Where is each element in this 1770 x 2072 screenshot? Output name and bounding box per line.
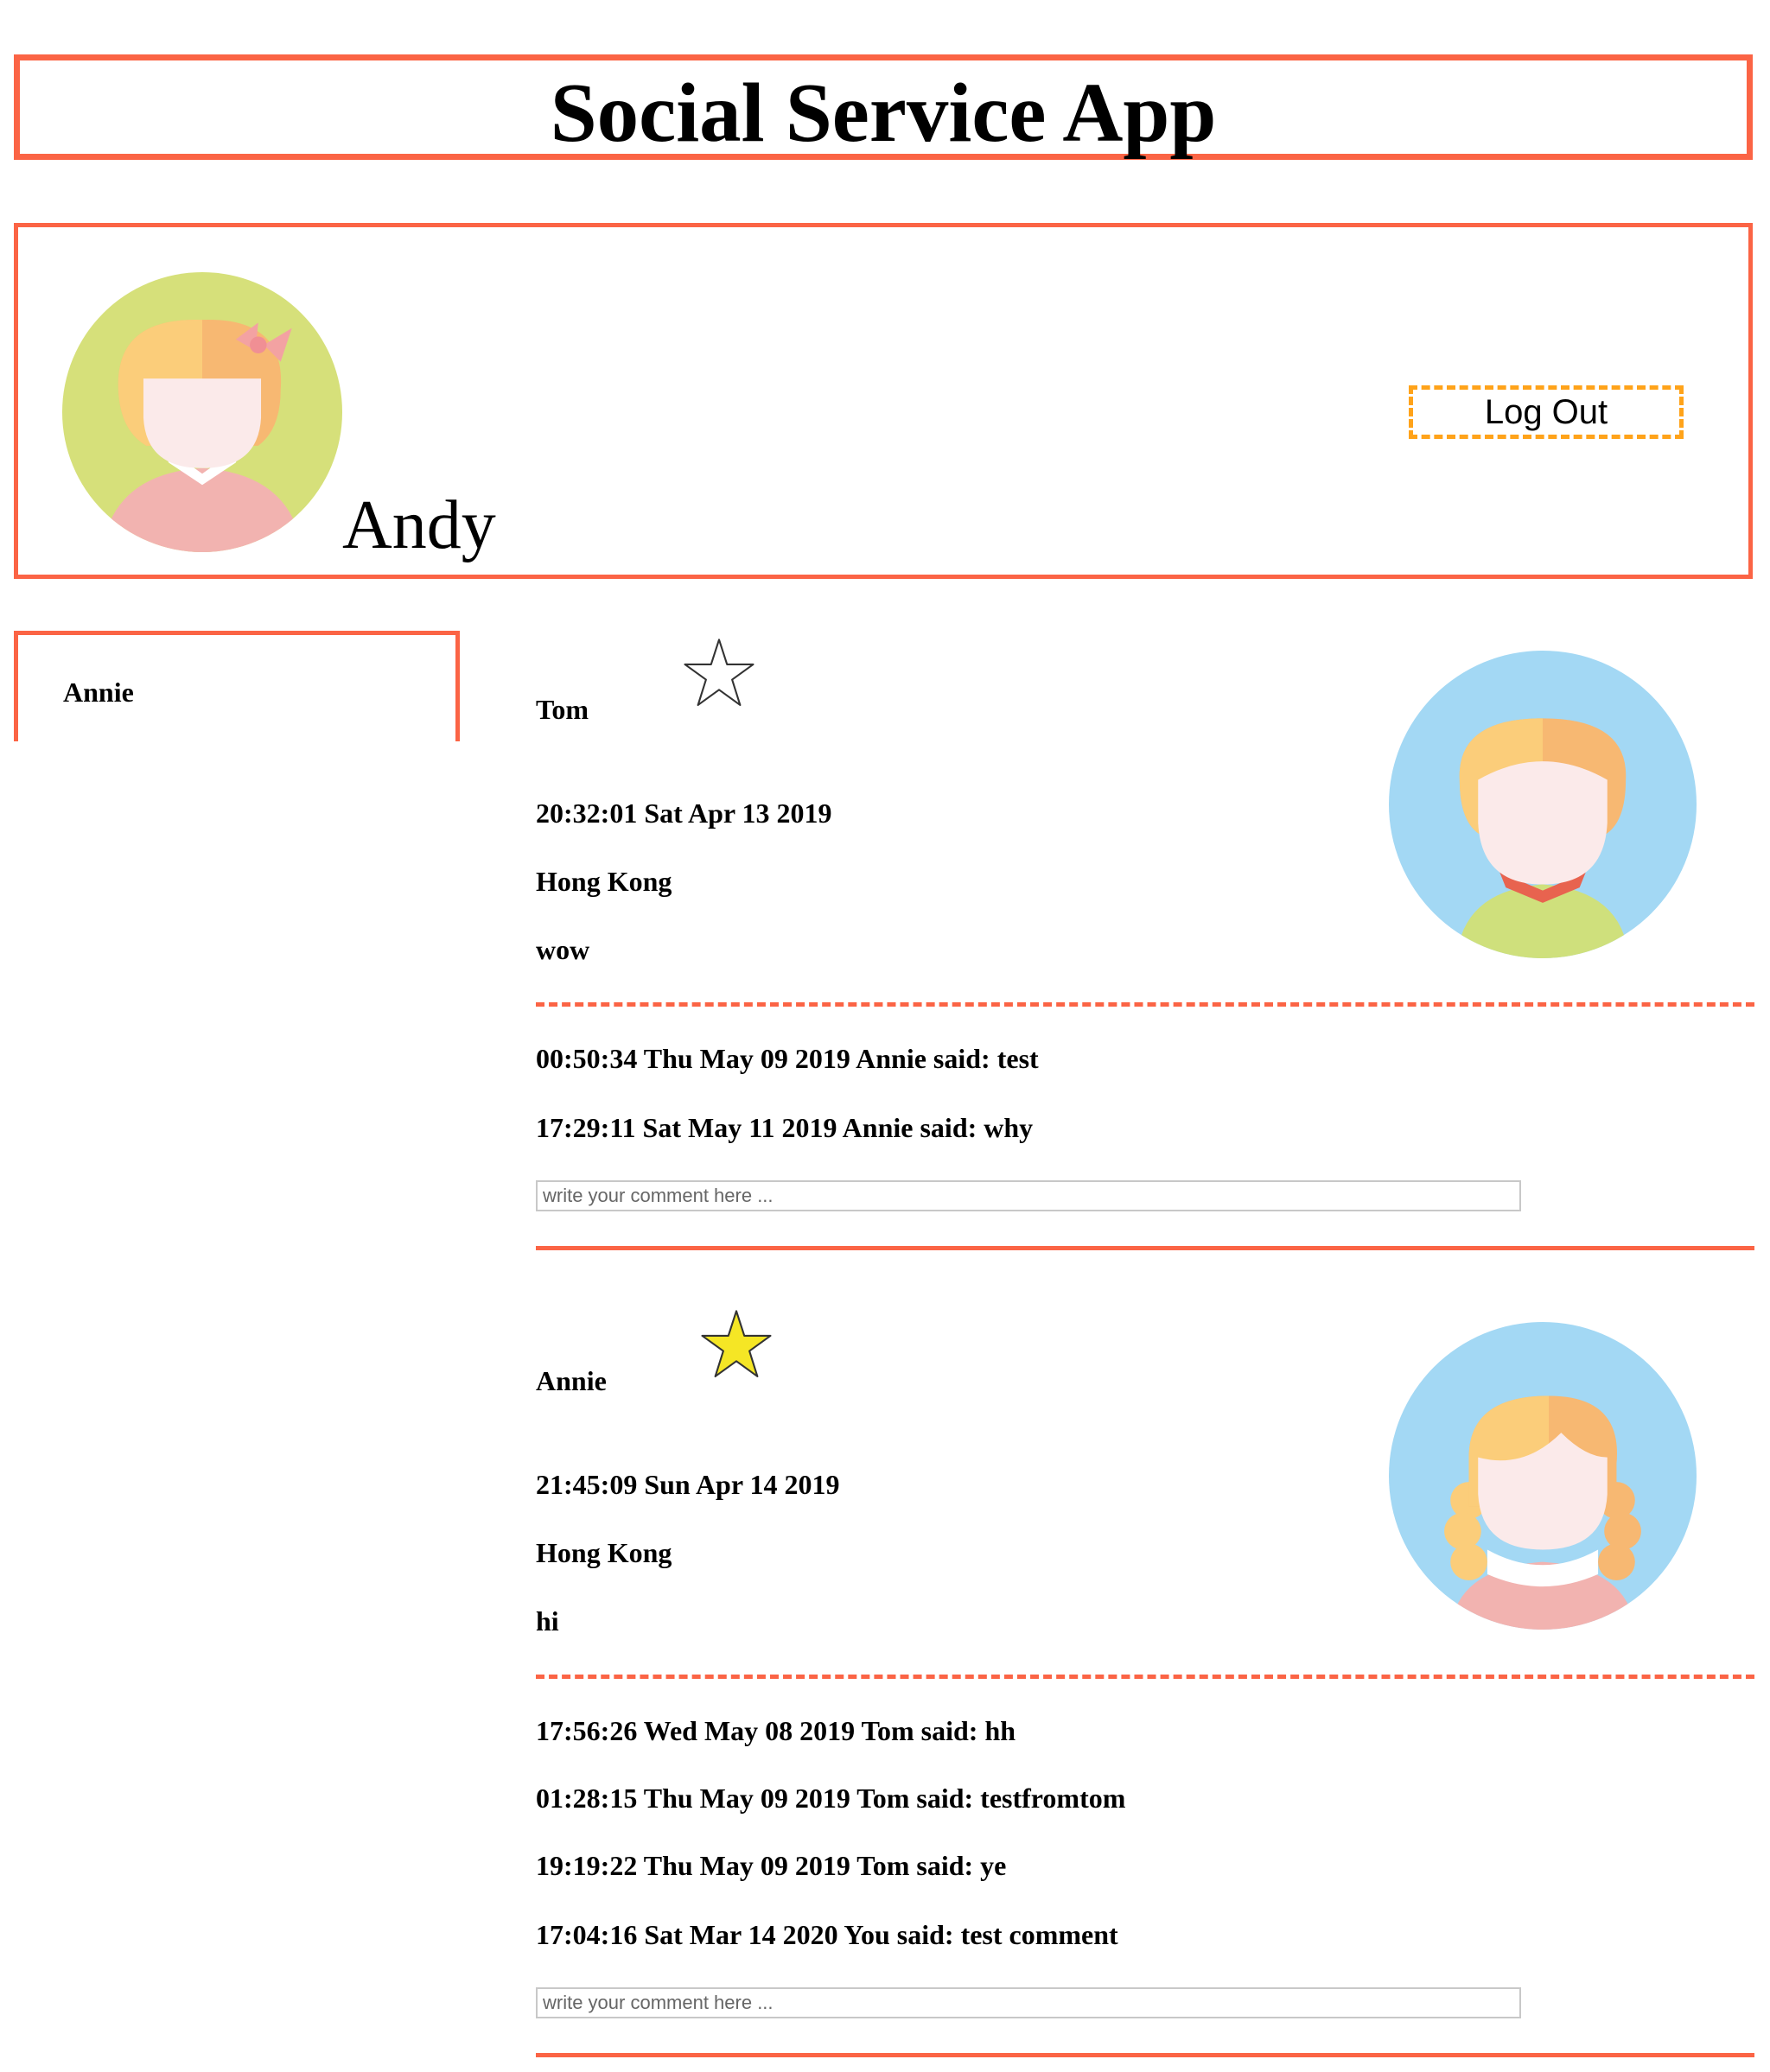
post-location: Hong Kong (536, 866, 672, 897)
post-separator (536, 1246, 1754, 1250)
logout-button[interactable]: Log Out (1409, 385, 1684, 439)
short-hair-avatar-icon (1389, 651, 1697, 958)
post-content: wow (536, 934, 590, 965)
post-timestamp: 21:45:09 Sun Apr 14 2019 (536, 1469, 840, 1500)
post-divider (536, 1675, 1754, 1679)
comment-item: 17:29:11 Sat May 11 2019 Annie said: why (536, 1112, 1034, 1143)
post-content: hi (536, 1605, 559, 1637)
app-header: Social Service App (14, 54, 1753, 160)
comment-item: 17:04:16 Sat Mar 14 2020 You said: test … (536, 1919, 1118, 1950)
comment-item: 01:28:15 Thu May 09 2019 Tom said: testf… (536, 1783, 1126, 1814)
curly-hair-avatar-icon (1389, 1322, 1697, 1630)
app-title: Social Service App (550, 67, 1217, 159)
post-location: Hong Kong (536, 1537, 672, 1568)
girl-with-bow-avatar-icon (62, 272, 342, 552)
sidebar-item-annie[interactable]: Annie (63, 677, 134, 709)
profile-panel: Andy Log Out (14, 223, 1753, 579)
comment-input[interactable] (536, 1180, 1521, 1211)
post-author: Annie (536, 1365, 607, 1396)
sidebar-user-list: Annie (14, 631, 460, 741)
post-divider (536, 1002, 1754, 1007)
comment-input[interactable] (536, 1987, 1521, 2018)
post-timestamp: 20:32:01 Sat Apr 13 2019 (536, 798, 832, 829)
profile-name: Andy (342, 487, 496, 563)
post-separator (536, 2053, 1754, 2057)
post-author: Tom (536, 694, 589, 725)
star-outline-icon[interactable] (683, 637, 755, 709)
comment-item: 19:19:22 Thu May 09 2019 Tom said: ye (536, 1850, 1007, 1881)
star-filled-icon[interactable] (700, 1308, 773, 1381)
comment-item: 17:56:26 Wed May 08 2019 Tom said: hh (536, 1715, 1016, 1746)
comment-item: 00:50:34 Thu May 09 2019 Annie said: tes… (536, 1043, 1039, 1074)
